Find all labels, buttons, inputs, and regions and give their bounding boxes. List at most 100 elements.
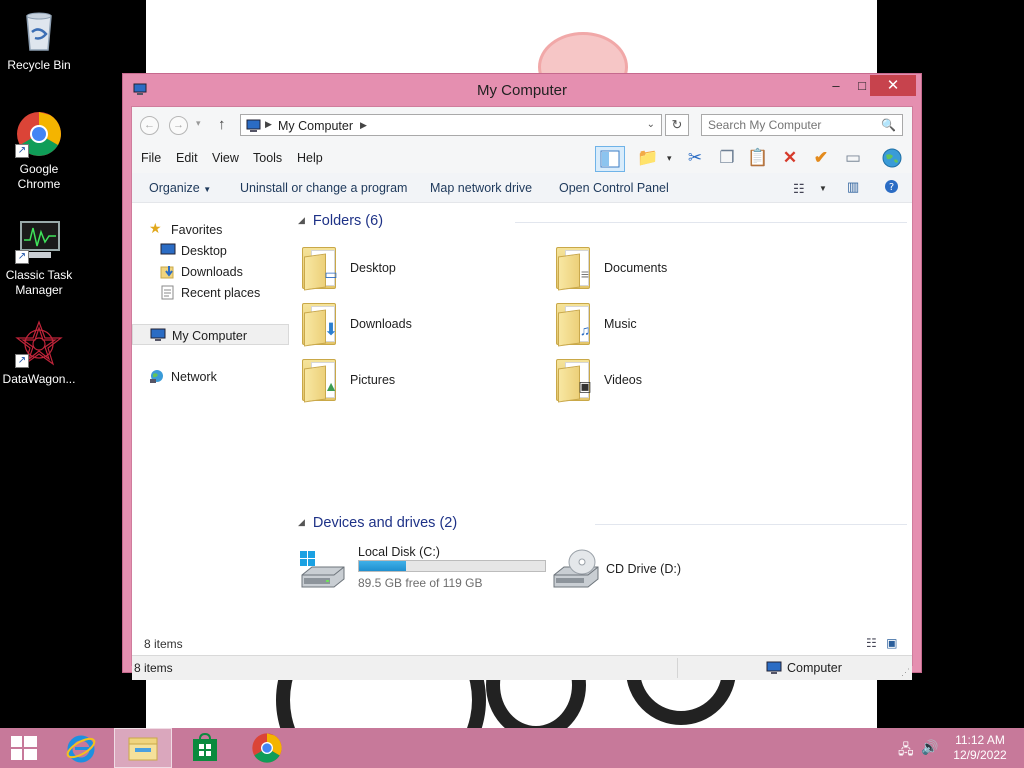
taskbar-chrome[interactable] <box>238 728 296 768</box>
view-options-chevron-icon[interactable]: ▼ <box>819 184 827 193</box>
drive-local-disk-c[interactable]: Local Disk (C:) 89.5 GB free of 119 GB <box>298 545 548 591</box>
cut-icon[interactable]: ✂ <box>683 147 707 169</box>
chrome-icon: ↗ <box>15 110 63 158</box>
nav-downloads[interactable]: Downloads <box>132 261 289 282</box>
minimize-button[interactable]: – <box>823 75 849 96</box>
breadcrumb-my-computer[interactable]: My Computer <box>278 119 353 133</box>
folders-group-header[interactable]: ◢ Folders (6) <box>298 213 383 229</box>
copy-icon[interactable]: ❐ <box>715 147 739 169</box>
address-bar[interactable]: ▶ My Computer ▶ ⌄ <box>240 114 662 136</box>
desktop-icon-label: Recycle Bin <box>7 58 71 72</box>
taskbar-file-explorer[interactable] <box>114 728 172 768</box>
folder-videos[interactable]: ▣ Videos <box>552 355 802 407</box>
address-dropdown-chevron-icon[interactable]: ⌄ <box>647 119 655 130</box>
resize-grip-icon[interactable]: ⋰ <box>901 667 910 678</box>
forward-button[interactable]: → <box>169 116 188 135</box>
uninstall-program-button[interactable]: Uninstall or change a program <box>240 181 407 195</box>
recent-places-icon <box>160 285 176 300</box>
hard-drive-icon <box>298 549 346 589</box>
change-view-icon[interactable]: ☷ <box>793 181 805 197</box>
nav-network[interactable]: Network <box>132 366 289 387</box>
menu-help[interactable]: Help <box>297 151 323 165</box>
drives-group-header[interactable]: ◢ Devices and drives (2) <box>298 515 457 531</box>
nav-desktop[interactable]: Desktop <box>132 240 289 261</box>
taskbar-store[interactable] <box>176 728 234 768</box>
nav-my-computer[interactable]: My Computer <box>132 324 289 345</box>
system-clock[interactable]: 11:12 AM 12/9/2022 <box>946 733 1014 763</box>
folder-pictures[interactable]: ▲ Pictures <box>298 355 548 407</box>
network-icon <box>149 369 165 384</box>
folder-desktop[interactable]: ▭ Desktop <box>298 243 548 295</box>
menu-bar: File Edit View Tools Help 📁 ▾ ✂ ❐ 📋 ✕ ✔ … <box>132 143 912 173</box>
nav-recent-places-label: Recent places <box>181 286 261 300</box>
explorer-window[interactable]: My Computer – □ ✕ ← → ▾ ↑ ▶ My Computer … <box>122 73 922 680</box>
desktop-icon-datawagon[interactable]: ↗ DataWagon... <box>2 320 76 387</box>
window-client-area: ← → ▾ ↑ ▶ My Computer ▶ ⌄ ↻ 🔍 File Edit <box>131 106 913 680</box>
folder-documents[interactable]: ≡ Documents <box>552 243 802 295</box>
svg-text:?: ? <box>889 182 894 193</box>
large-icons-view-icon[interactable]: ▣ <box>886 636 897 650</box>
search-input[interactable] <box>708 118 878 132</box>
status-divider <box>677 658 678 678</box>
cd-drive-icon <box>552 549 600 589</box>
volume-icon[interactable]: 🔊 <box>921 739 938 756</box>
preview-pane-icon[interactable]: ▥ <box>847 179 859 195</box>
back-button[interactable]: ← <box>140 116 159 135</box>
globe-icon[interactable] <box>880 147 904 169</box>
folder-options-icon[interactable]: 📁 <box>636 147 660 169</box>
windows-logo-icon <box>11 736 37 760</box>
recent-locations-chevron-icon[interactable]: ▾ <box>196 118 201 129</box>
menu-file[interactable]: File <box>141 151 161 165</box>
preview-pane-toggle-icon[interactable] <box>595 146 625 172</box>
menu-view[interactable]: View <box>212 151 239 165</box>
paste-icon[interactable]: 📋 <box>746 147 770 169</box>
start-button[interactable] <box>0 728 48 768</box>
network-status-icon[interactable]: 🖧 <box>898 739 914 763</box>
breadcrumb-chevron-icon[interactable]: ▶ <box>360 120 367 131</box>
desktop-icon-label: DataWagon... <box>2 372 76 386</box>
folder-downloads[interactable]: ⬇ Downloads <box>298 299 548 351</box>
delete-icon[interactable]: ✕ <box>778 147 802 169</box>
search-icon[interactable]: 🔍 <box>881 118 896 132</box>
desktop-icon-classic-task-manager[interactable]: ↗ Classic Task Manager <box>2 216 76 298</box>
rename-icon[interactable]: ▭ <box>841 147 865 169</box>
help-icon[interactable]: ? <box>884 179 899 197</box>
taskbar-internet-explorer[interactable] <box>52 728 110 768</box>
drive-cd-d[interactable]: CD Drive (D:) <box>552 545 802 591</box>
details-view-icon[interactable]: ☷ <box>866 636 877 650</box>
computer-icon <box>246 119 262 135</box>
nav-downloads-label: Downloads <box>181 265 243 279</box>
folders-group-heading: Folders (6) <box>312 213 384 229</box>
refresh-button[interactable]: ↻ <box>665 114 689 136</box>
map-network-drive-button[interactable]: Map network drive <box>430 181 532 195</box>
downloads-icon <box>160 264 176 279</box>
desktop-icon-recycle-bin[interactable]: Recycle Bin <box>2 6 76 73</box>
folder-videos-label: Videos <box>604 373 642 387</box>
up-arrow-icon[interactable]: ↑ <box>218 116 226 133</box>
organize-button[interactable]: Organize ▼ <box>149 181 211 195</box>
folder-pictures-label: Pictures <box>350 373 396 387</box>
refresh-icon: ↻ <box>671 117 683 132</box>
folder-documents-label: Documents <box>604 261 668 275</box>
desktop-icon-label: Classic Task Manager <box>5 268 73 297</box>
breadcrumb-separator-icon[interactable]: ▶ <box>265 119 272 130</box>
window-title: My Computer <box>476 82 568 99</box>
folder-music-icon: ♫ <box>552 299 598 347</box>
folder-documents-icon: ≡ <box>552 243 598 291</box>
desktop-icon-google-chrome[interactable]: ↗ Google Chrome <box>2 110 76 192</box>
close-button[interactable]: ✕ <box>870 75 916 96</box>
folder-videos-icon: ▣ <box>552 355 598 403</box>
folder-options-chevron-icon[interactable]: ▾ <box>667 153 672 164</box>
folder-music[interactable]: ♫ Music <box>552 299 802 351</box>
datawagon-icon: ↗ <box>15 320 63 368</box>
menu-tools[interactable]: Tools <box>253 151 282 165</box>
menu-edit[interactable]: Edit <box>176 151 198 165</box>
command-bar: Organize ▼ Uninstall or change a program… <box>132 173 912 203</box>
search-box[interactable]: 🔍 <box>701 114 903 136</box>
properties-check-icon[interactable]: ✔ <box>809 147 833 169</box>
drive-c-name: Local Disk (C:) <box>358 545 440 559</box>
window-titlebar[interactable]: My Computer – □ ✕ <box>123 74 921 106</box>
nav-recent-places[interactable]: Recent places <box>132 282 289 303</box>
open-control-panel-button[interactable]: Open Control Panel <box>559 181 669 195</box>
nav-favorites[interactable]: ★ Favorites <box>132 219 289 240</box>
